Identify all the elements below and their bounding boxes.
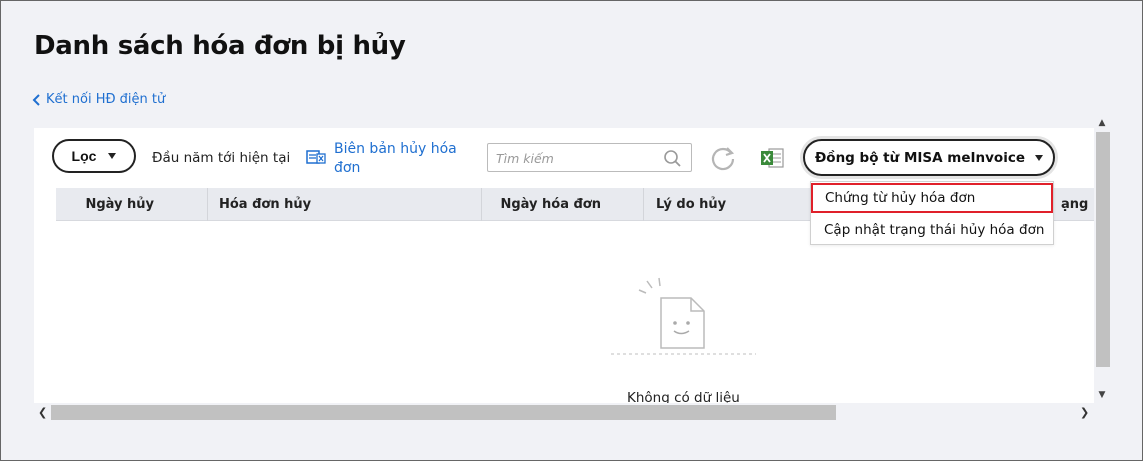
horizontal-scroll-thumb[interactable] — [51, 405, 836, 420]
document-cancel-icon — [306, 150, 326, 164]
empty-document-icon — [611, 277, 756, 355]
sync-dropdown-menu: Chứng từ hủy hóa đơn Cập nhật trạng thái… — [810, 181, 1054, 245]
cancel-report-link[interactable]: Biên bản hủy hóa đơn — [306, 140, 459, 178]
chevron-left-icon — [32, 93, 40, 106]
column-header-cancel-date[interactable]: Ngày hủy — [56, 188, 208, 221]
filter-button-label: Lọc — [71, 148, 97, 164]
menu-item-cancel-voucher[interactable]: Chứng từ hủy hóa đơn — [811, 183, 1053, 213]
scroll-up-icon[interactable]: ▲ — [1097, 118, 1107, 128]
refresh-icon[interactable] — [710, 145, 736, 171]
caret-down-icon — [1035, 154, 1043, 161]
menu-item-update-cancel-status[interactable]: Cập nhật trạng thái hủy hóa đơn — [811, 215, 1053, 245]
back-link-label: Kết nối HĐ điện tử — [46, 92, 166, 107]
search-input[interactable] — [496, 148, 656, 168]
period-label: Đầu năm tới hiện tại — [152, 150, 291, 166]
scroll-left-icon[interactable]: ❮ — [38, 406, 47, 419]
page-title: Danh sách hóa đơn bị hủy — [34, 31, 406, 61]
back-link[interactable]: Kết nối HĐ điện tử — [32, 92, 165, 107]
cancel-report-link-label: Biên bản hủy hóa đơn — [334, 141, 457, 176]
vertical-scrollbar[interactable]: ▲ ▼ — [1094, 114, 1110, 406]
sync-meinvoice-button[interactable]: Đồng bộ từ MISA meInvoice — [803, 139, 1055, 176]
vertical-scroll-thumb[interactable] — [1096, 132, 1110, 367]
column-header-status-partial[interactable]: ạng — [1061, 188, 1088, 221]
invoice-panel: Lọc Đầu năm tới hiện tại Biên bản hủy hó… — [34, 128, 1094, 421]
filter-button[interactable]: Lọc — [52, 139, 136, 173]
excel-icon[interactable] — [759, 147, 785, 169]
search-box[interactable] — [487, 143, 692, 172]
search-icon[interactable] — [663, 149, 682, 168]
caret-down-icon — [108, 153, 117, 159]
sync-button-label: Đồng bộ từ MISA meInvoice — [814, 149, 1025, 166]
scroll-right-icon[interactable]: ❯ — [1080, 406, 1089, 419]
column-header-invoice-date[interactable]: Ngày hóa đơn — [482, 188, 644, 221]
column-header-cancelled-invoice[interactable]: Hóa đơn hủy — [208, 188, 482, 221]
scroll-down-icon[interactable]: ▼ — [1097, 390, 1107, 400]
horizontal-scrollbar[interactable]: ❮ ❯ — [34, 403, 1094, 421]
